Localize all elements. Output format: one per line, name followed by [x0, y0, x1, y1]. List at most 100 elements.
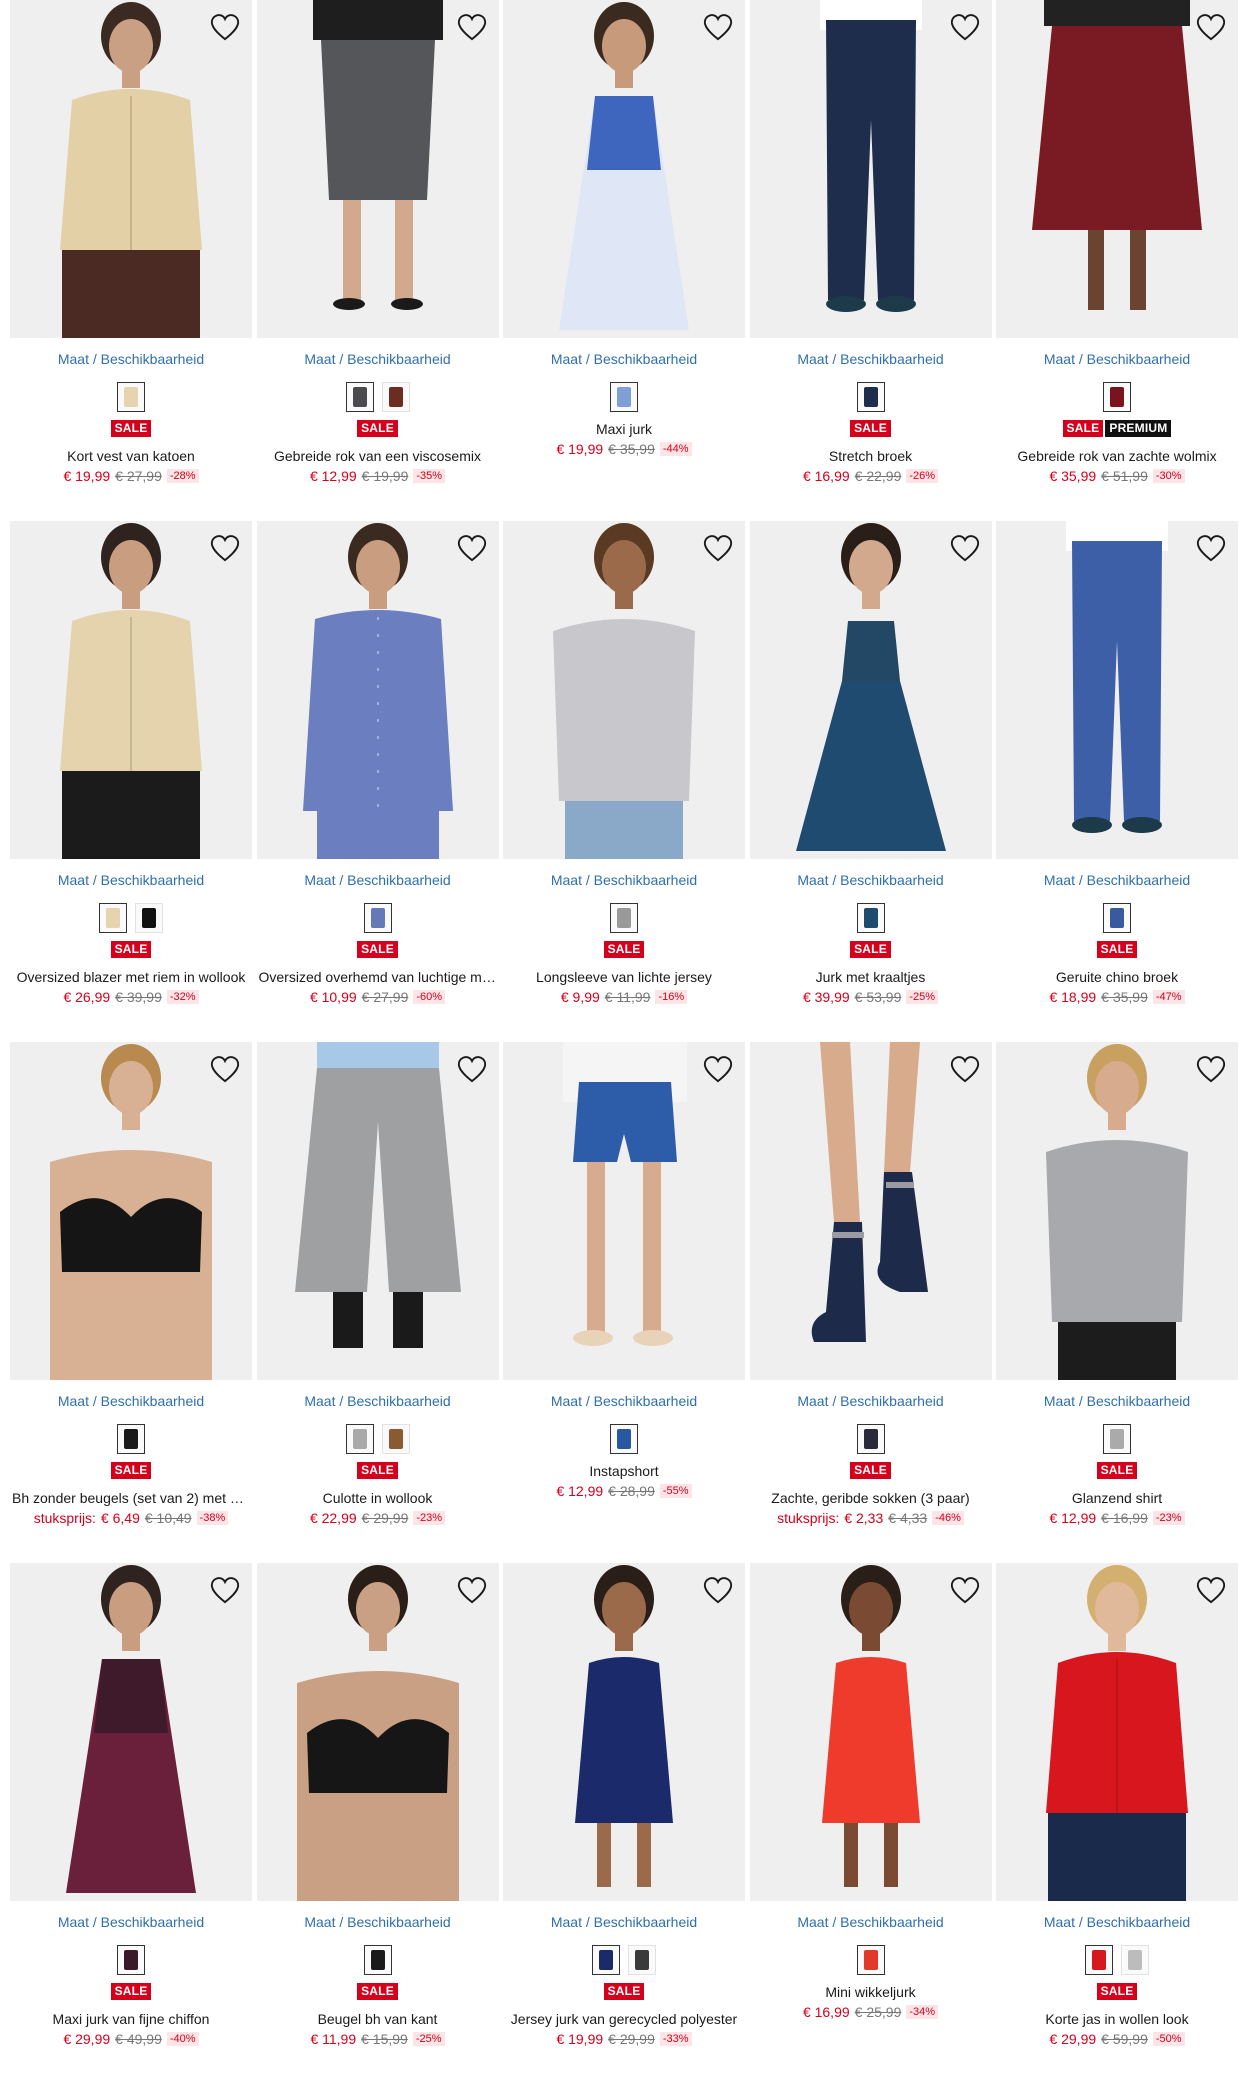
color-swatch[interactable]	[592, 1945, 620, 1975]
size-availability-link[interactable]: Maat / Beschikbaarheid	[58, 1392, 204, 1410]
product-card[interactable]: Maat / Beschikbaarheid SALE Stretch broek €…	[749, 0, 992, 521]
product-image[interactable]	[996, 1563, 1238, 1901]
size-availability-link[interactable]: Maat / Beschikbaarheid	[304, 350, 450, 368]
product-title[interactable]: Bh zonder beugels (set van 2) met bandje…	[12, 1489, 250, 1507]
size-availability-link[interactable]: Maat / Beschikbaarheid	[304, 1392, 450, 1410]
product-card[interactable]: Maat / Beschikbaarheid SALE Jersey jurk va…	[503, 1563, 745, 2084]
color-swatch[interactable]	[1103, 903, 1131, 933]
product-title[interactable]: Mini wikkeljurk	[752, 1983, 990, 2001]
product-title[interactable]: Longsleeve van lichte jersey	[505, 968, 743, 986]
wishlist-heart-icon[interactable]	[208, 531, 242, 565]
color-swatch[interactable]	[610, 903, 638, 933]
product-card[interactable]: Maat / Beschikbaarheid SALE Glanzend shirt…	[996, 1042, 1238, 1563]
product-card[interactable]: Maat / Beschikbaarheid SALE Oversized blaz…	[10, 521, 252, 1042]
color-swatch[interactable]	[856, 382, 885, 412]
product-image[interactable]	[749, 521, 992, 859]
product-title[interactable]: Beugel bh van kant	[259, 2010, 497, 2028]
product-image[interactable]	[256, 521, 499, 859]
product-card[interactable]: Maat / Beschikbaarheid SALE Jurk met kraal…	[749, 521, 992, 1042]
color-swatch[interactable]	[1085, 1945, 1113, 1975]
color-swatch[interactable]	[856, 1424, 885, 1454]
wishlist-heart-icon[interactable]	[948, 1052, 982, 1086]
color-swatch[interactable]	[345, 382, 374, 412]
color-swatch[interactable]	[117, 1424, 145, 1454]
wishlist-heart-icon[interactable]	[948, 10, 982, 44]
product-title[interactable]: Jersey jurk van gerecycled polyester	[505, 2010, 743, 2028]
wishlist-heart-icon[interactable]	[208, 10, 242, 44]
product-title[interactable]: Jurk met kraaltjes	[752, 968, 990, 986]
product-image[interactable]	[749, 1563, 992, 1901]
product-image[interactable]	[996, 0, 1238, 338]
product-title[interactable]: Instapshort	[505, 1462, 743, 1480]
product-card[interactable]: Maat / Beschikbaarheid SALE Kort vest van …	[10, 0, 252, 521]
color-swatch[interactable]	[1103, 1424, 1131, 1454]
product-image[interactable]	[996, 1042, 1238, 1380]
wishlist-heart-icon[interactable]	[1194, 531, 1228, 565]
color-swatch[interactable]	[135, 903, 163, 933]
wishlist-heart-icon[interactable]	[208, 1573, 242, 1607]
product-card[interactable]: Maat / Beschikbaarheid SALE Oversized over…	[256, 521, 499, 1042]
color-swatch[interactable]	[381, 382, 410, 412]
size-availability-link[interactable]: Maat / Beschikbaarheid	[304, 871, 450, 889]
product-image[interactable]	[503, 521, 745, 859]
size-availability-link[interactable]: Maat / Beschikbaarheid	[58, 1913, 204, 1931]
size-availability-link[interactable]: Maat / Beschikbaarheid	[551, 1913, 697, 1931]
product-card[interactable]: Maat / Beschikbaarheid Maxi jurk € 19,99 € …	[503, 0, 745, 521]
color-swatch[interactable]	[345, 1424, 374, 1454]
size-availability-link[interactable]: Maat / Beschikbaarheid	[1044, 1913, 1190, 1931]
product-title[interactable]: Korte jas in wollen look	[998, 2010, 1236, 2028]
product-card[interactable]: Maat / Beschikbaarheid Instapshort € 12,99…	[503, 1042, 745, 1563]
size-availability-link[interactable]: Maat / Beschikbaarheid	[797, 350, 943, 368]
product-card[interactable]: Maat / Beschikbaarheid SALE Bh zonder beug…	[10, 1042, 252, 1563]
product-title[interactable]: Stretch broek	[752, 447, 990, 465]
product-title[interactable]: Zachte, geribde sokken (3 paar)	[752, 1489, 990, 1507]
size-availability-link[interactable]: Maat / Beschikbaarheid	[797, 871, 943, 889]
color-swatch[interactable]	[628, 1945, 656, 1975]
product-card[interactable]: Maat / Beschikbaarheid SALE Beugel bh van …	[256, 1563, 499, 2084]
wishlist-heart-icon[interactable]	[455, 10, 489, 44]
wishlist-heart-icon[interactable]	[701, 531, 735, 565]
size-availability-link[interactable]: Maat / Beschikbaarheid	[797, 1392, 943, 1410]
product-image[interactable]	[503, 0, 745, 338]
size-availability-link[interactable]: Maat / Beschikbaarheid	[551, 871, 697, 889]
color-swatch[interactable]	[381, 1424, 410, 1454]
product-image[interactable]	[10, 521, 252, 859]
product-image[interactable]	[256, 1563, 499, 1901]
size-availability-link[interactable]: Maat / Beschikbaarheid	[1044, 350, 1190, 368]
product-title[interactable]: Glanzend shirt	[998, 1489, 1236, 1507]
wishlist-heart-icon[interactable]	[701, 1052, 735, 1086]
color-swatch[interactable]	[856, 903, 885, 933]
product-card[interactable]: Maat / Beschikbaarheid SALE Geruite chino …	[996, 521, 1238, 1042]
wishlist-heart-icon[interactable]	[948, 1573, 982, 1607]
size-availability-link[interactable]: Maat / Beschikbaarheid	[1044, 1392, 1190, 1410]
product-card[interactable]: Maat / Beschikbaarheid SALE Gebreide rok v…	[256, 0, 499, 521]
size-availability-link[interactable]: Maat / Beschikbaarheid	[58, 350, 204, 368]
product-title[interactable]: Kort vest van katoen	[12, 447, 250, 465]
color-swatch[interactable]	[856, 1945, 885, 1975]
product-title[interactable]: Oversized blazer met riem in wollook	[12, 968, 250, 986]
wishlist-heart-icon[interactable]	[1194, 1052, 1228, 1086]
color-swatch[interactable]	[117, 1945, 145, 1975]
product-image[interactable]	[10, 0, 252, 338]
product-card[interactable]: Maat / Beschikbaarheid SALE Korte jas in w…	[996, 1563, 1238, 2084]
color-swatch[interactable]	[363, 903, 392, 933]
size-availability-link[interactable]: Maat / Beschikbaarheid	[304, 1913, 450, 1931]
product-title[interactable]: Geruite chino broek	[998, 968, 1236, 986]
wishlist-heart-icon[interactable]	[455, 1052, 489, 1086]
color-swatch[interactable]	[1103, 382, 1131, 412]
wishlist-heart-icon[interactable]	[455, 1573, 489, 1607]
color-swatch[interactable]	[1121, 1945, 1149, 1975]
product-title[interactable]: Maxi jurk van fijne chiffon	[12, 2010, 250, 2028]
product-image[interactable]	[996, 521, 1238, 859]
product-image[interactable]	[749, 0, 992, 338]
product-title[interactable]: Culotte in wollook	[259, 1489, 497, 1507]
product-image[interactable]	[256, 0, 499, 338]
product-card[interactable]: Maat / Beschikbaarheid SALE Zachte, geribd…	[749, 1042, 992, 1563]
color-swatch[interactable]	[99, 903, 127, 933]
color-swatch[interactable]	[610, 382, 638, 412]
color-swatch[interactable]	[610, 1424, 638, 1454]
wishlist-heart-icon[interactable]	[1194, 10, 1228, 44]
wishlist-heart-icon[interactable]	[455, 531, 489, 565]
color-swatch[interactable]	[117, 382, 145, 412]
size-availability-link[interactable]: Maat / Beschikbaarheid	[551, 1392, 697, 1410]
